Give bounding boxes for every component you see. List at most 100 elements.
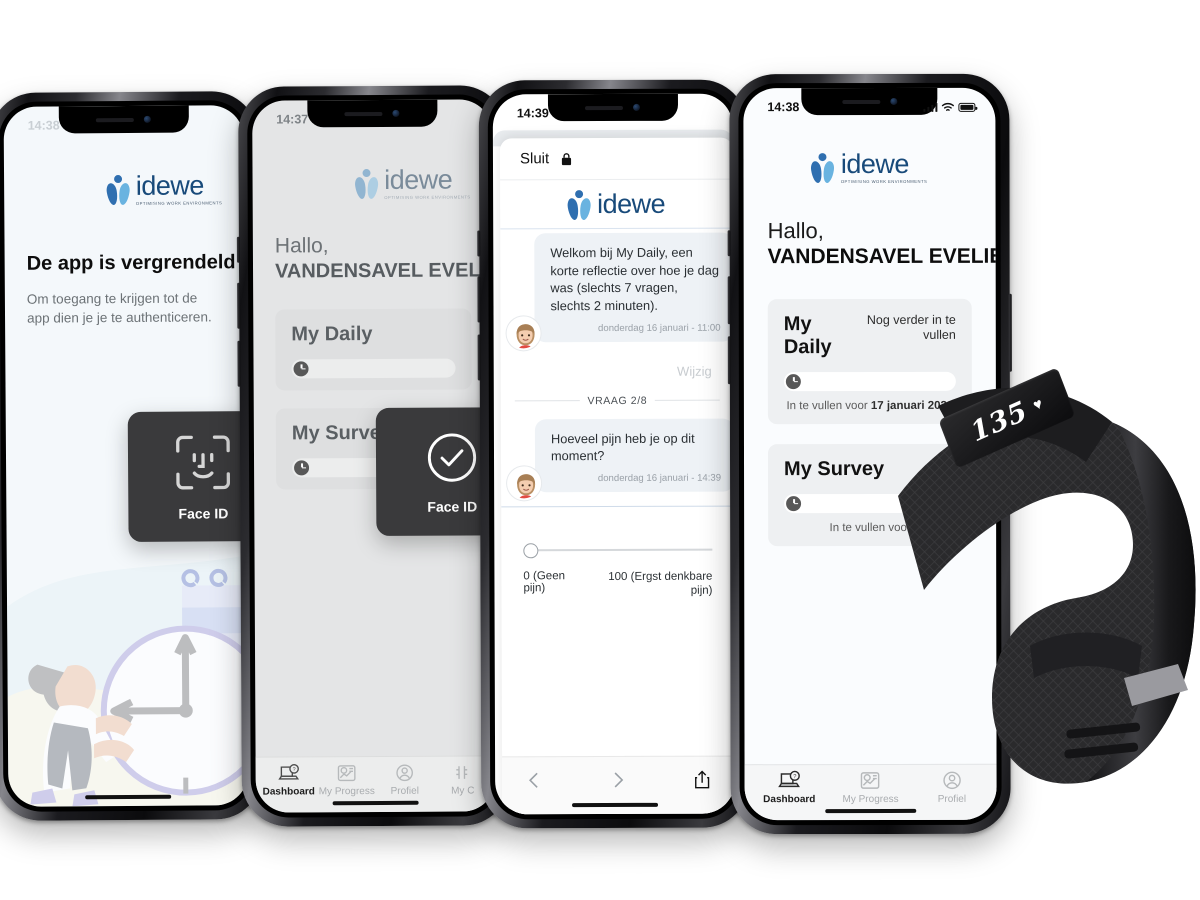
- chat-bubble: Welkom bij My Daily, een korte reflectie…: [534, 232, 734, 342]
- chat-text: Hoeveel pijn heb je op dit moment?: [550, 430, 695, 464]
- sheet-logo-row: idewe: [500, 179, 734, 230]
- phone3-volume-down-button[interactable]: [477, 334, 481, 381]
- phone4-volume-up-button[interactable]: [727, 276, 731, 325]
- phone1-screen: 14:38 idewe OPTIMISING WORK ENVIRONMENTS: [3, 105, 249, 807]
- phone2-status-bar: 14:37: [252, 99, 492, 132]
- phone1-logo-row: idewe OPTIMISING WORK ENVIRONMENTS: [26, 170, 223, 206]
- face-id-icon: [176, 435, 231, 490]
- idewe-tagline: OPTIMISING WORK ENVIRONMENTS: [840, 178, 928, 184]
- phone4-status-time: 14:38: [767, 100, 800, 115]
- chat-thread: Welkom bij My Daily, een korte reflectie…: [500, 229, 735, 501]
- lock-heading: De app is vergrendeld: [26, 250, 236, 275]
- question-divider: VRAAG 2/8: [501, 388, 734, 407]
- signal-bars-icon: [922, 102, 938, 112]
- sidebar-item-dashboard[interactable]: ? Dashboard: [260, 763, 318, 797]
- card-deadline-prefix: In te vullen voor: [786, 399, 871, 412]
- clock-icon: [294, 459, 310, 476]
- sidebar-item-profiel[interactable]: Profiel: [376, 762, 434, 796]
- phone4-power-button[interactable]: [1008, 293, 1012, 372]
- chevron-right-icon[interactable]: [610, 768, 626, 790]
- close-button[interactable]: Sluit: [520, 150, 549, 167]
- greeting-text: Hallo,: [274, 233, 329, 258]
- phone3-status-time: 14:39: [516, 106, 549, 121]
- phone3-home-indicator[interactable]: [572, 802, 659, 808]
- tab-label: Profiel: [390, 785, 419, 797]
- clock-icon: [293, 360, 309, 377]
- coach-icon: [456, 765, 468, 779]
- card-title: My Daily: [291, 322, 373, 346]
- chat-timestamp: donderdag 16 januari - 14:39: [597, 472, 722, 484]
- fitness-tracker-wristband: 135 ♥: [880, 367, 1200, 798]
- idewe-tagline: OPTIMISING WORK ENVIRONMENTS: [135, 199, 223, 206]
- phone2-mute-button[interactable]: [236, 236, 240, 263]
- sidebar-item-dashboard[interactable]: ? Dashboard: [749, 770, 830, 805]
- chart-icon: [337, 764, 356, 781]
- svg-text:?: ?: [293, 767, 296, 773]
- tracker-body: [898, 387, 1196, 784]
- battery-icon: [958, 102, 976, 112]
- heart-icon: ♥: [1030, 394, 1045, 415]
- phone4-logo-row: idewe OPTIMISING WORK ENVIRONMENTS: [767, 148, 971, 184]
- idewe-wordmark: idewe: [597, 188, 666, 220]
- idewe-mark-icon: [810, 152, 836, 184]
- slider-rail: [532, 548, 713, 552]
- phone3-mute-button[interactable]: [477, 230, 481, 257]
- chat-bubble: Hoeveel pijn heb je op dit moment? donde…: [534, 418, 735, 493]
- screenshot-canvas: 14:38 idewe OPTIMISING WORK ENVIRONMENTS: [0, 0, 1200, 900]
- sidebar-item-my-progress[interactable]: My Progress: [318, 762, 376, 797]
- phone4-mute-button[interactable]: [727, 230, 731, 257]
- card-title: My Daily: [783, 312, 832, 358]
- phone-device-1: 14:38 idewe OPTIMISING WORK ENVIRONMENTS: [0, 91, 263, 821]
- slider-min-label: 0 (Geen pijn): [523, 570, 566, 595]
- tab-label: My Progress: [318, 785, 375, 797]
- edit-link[interactable]: Wijzig: [501, 341, 734, 389]
- phone3-status-bar: 14:39: [493, 94, 733, 127]
- avatar-woman-icon: [507, 466, 542, 501]
- phone1-status-bar: 14:38: [4, 105, 244, 139]
- user-name: VANDENSAVEL EVELIEN: [767, 244, 997, 268]
- phone4-volume-down-button[interactable]: [727, 336, 731, 385]
- phone3-volume-up-button[interactable]: [477, 276, 481, 323]
- phone2-volume-up-button[interactable]: [237, 282, 241, 329]
- user-name: VANDENSAVEL EVELIEN: [274, 258, 496, 283]
- phone2-logo-row: idewe OPTIMISING WORK ENVIRONMENTS: [274, 165, 471, 200]
- phone4-home-indicator[interactable]: [825, 808, 916, 814]
- phone-device-3: 14:39 Sluit idewe Welkom bij My Daily, e…: [477, 79, 750, 829]
- chat-timestamp: donderdag 16 januari - 11:00: [598, 322, 721, 334]
- pain-slider[interactable]: [523, 543, 713, 559]
- face-id-overlay[interactable]: Face ID: [127, 410, 249, 542]
- progress-track: [311, 362, 454, 374]
- share-icon[interactable]: [693, 768, 711, 790]
- lock-body-text: Om toegang te krijgen tot de app dien je…: [26, 290, 212, 326]
- tab-label: My C: [451, 784, 475, 797]
- face-id-label: Face ID: [427, 498, 478, 515]
- dashboard-icon: ?: [278, 763, 300, 780]
- phone-device-2: 14:37 idewe OPTIMISING WORK ENVIRONMENTS: [236, 85, 510, 827]
- chart-icon: [861, 772, 880, 789]
- woman-pushing-clock-illustration: [7, 545, 249, 807]
- slider-labels: 0 (Geen pijn) 100 (Ergst denkbare pijn): [523, 570, 712, 599]
- phone1-home-indicator[interactable]: [85, 794, 172, 800]
- clock-icon: [786, 495, 802, 511]
- phone1-bezel: 14:38 idewe OPTIMISING WORK ENVIRONMENTS: [0, 100, 254, 812]
- face-id-success-overlay[interactable]: Face ID: [375, 407, 496, 536]
- chat-message: Welkom bij My Daily, een korte reflectie…: [500, 232, 734, 350]
- tab-label: Dashboard: [262, 785, 315, 798]
- person-icon: [396, 764, 413, 781]
- idewe-wordmark: idewe: [840, 148, 909, 180]
- phone2-volume-down-button[interactable]: [237, 340, 241, 387]
- card-my-daily[interactable]: My Daily: [275, 308, 472, 391]
- phone2-home-indicator[interactable]: [332, 800, 420, 806]
- card-status-note: Nog verder in te vullen: [866, 312, 956, 342]
- chevron-left-icon[interactable]: [526, 769, 542, 791]
- idewe-tagline: OPTIMISING WORK ENVIRONMENTS: [384, 194, 471, 200]
- question-counter: VRAAG 2/8: [587, 394, 648, 407]
- chat-text: Welkom bij My Daily, een korte reflectie…: [550, 244, 719, 314]
- slider-knob[interactable]: [523, 543, 539, 559]
- idewe-mark-icon: [566, 190, 592, 221]
- card-title: My Survey: [784, 457, 885, 480]
- phone3-bezel: 14:39 Sluit idewe Welkom bij My Daily, e…: [487, 88, 741, 820]
- dashboard-icon: ?: [778, 770, 801, 788]
- check-circle-icon: [427, 433, 477, 482]
- phone3-screen: 14:39 Sluit idewe Welkom bij My Daily, e…: [492, 93, 736, 815]
